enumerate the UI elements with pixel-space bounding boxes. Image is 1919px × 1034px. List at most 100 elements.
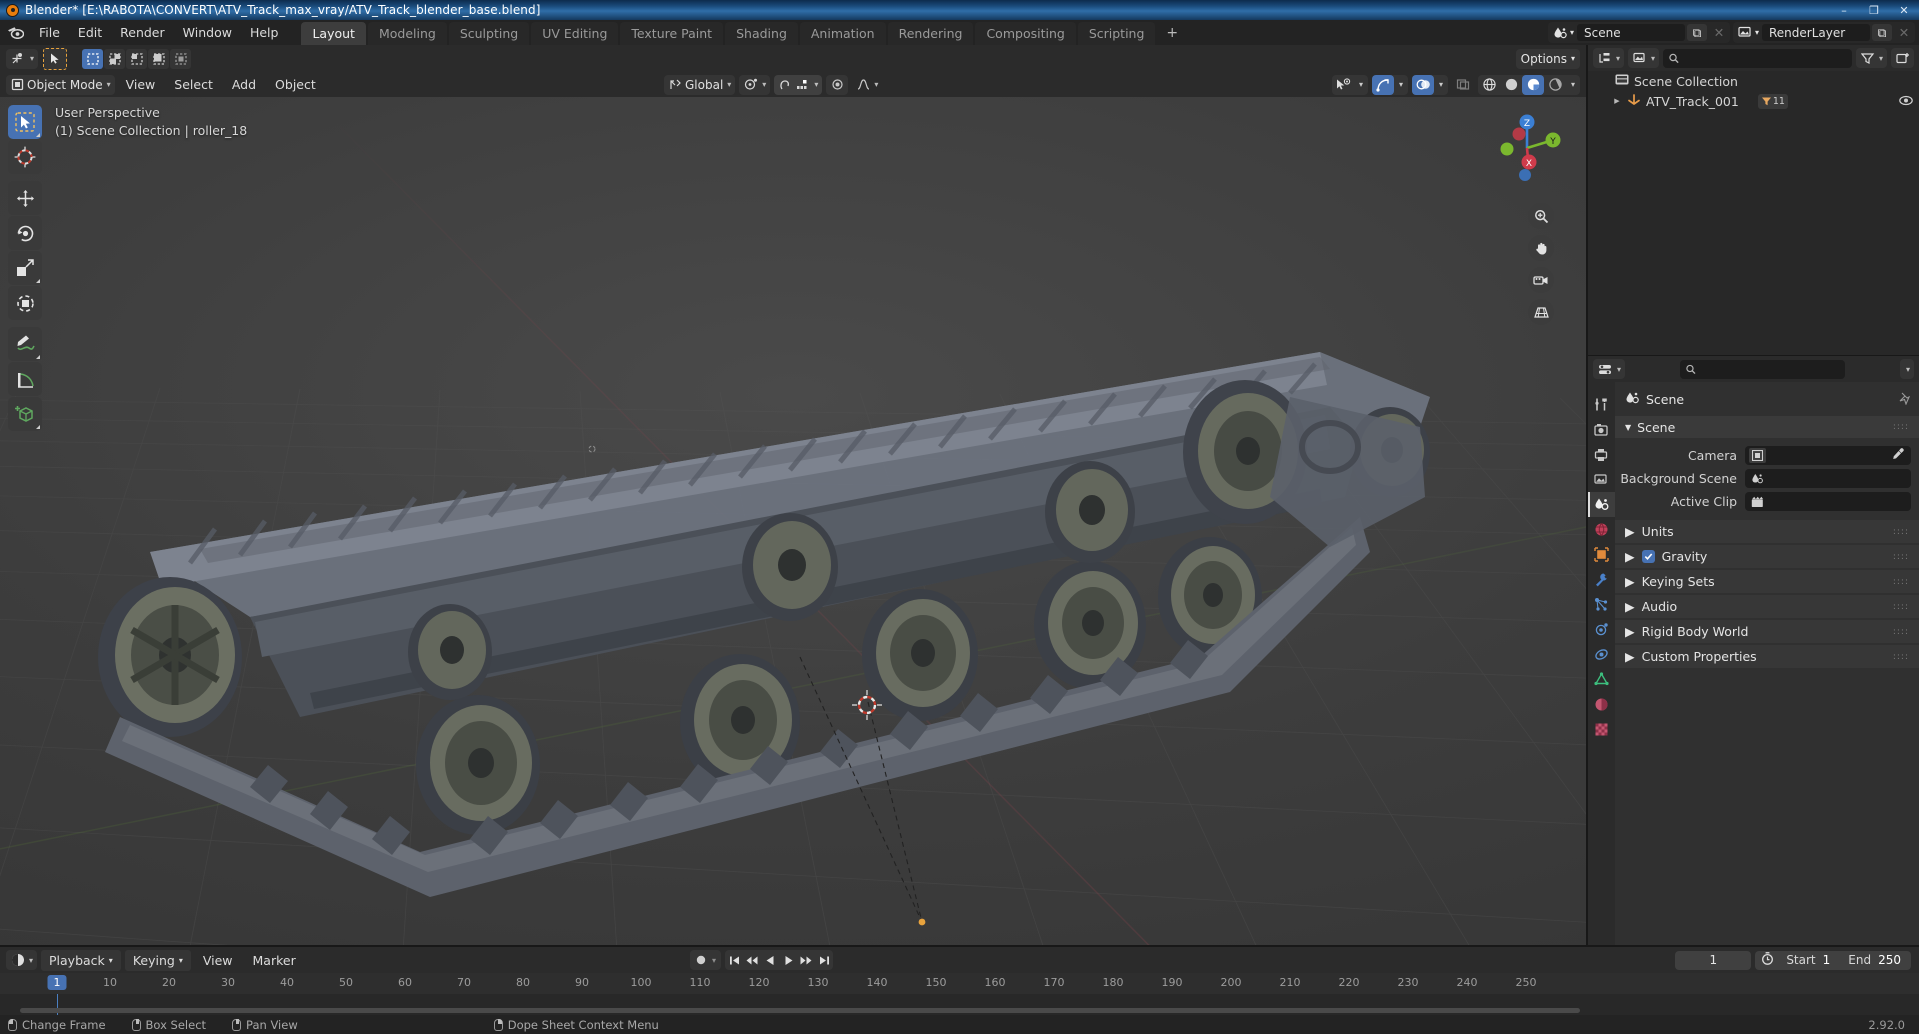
move-tool[interactable] (8, 181, 42, 215)
scene-panel-header[interactable]: ▼ Scene :::: (1615, 416, 1919, 438)
tab-compositing[interactable]: Compositing (975, 21, 1076, 46)
section-keying-sets[interactable]: ▶ Keying Sets :::: (1615, 570, 1919, 593)
overlays-icon[interactable] (1412, 74, 1434, 95)
minimize-button[interactable]: – (1829, 0, 1859, 20)
navigation-gizmo[interactable]: Z Y X (1486, 107, 1568, 189)
end-frame-value[interactable]: 250 (1876, 953, 1911, 967)
visibility-eye-icon[interactable] (1899, 94, 1913, 109)
scene-name-field[interactable]: Scene (1576, 24, 1685, 41)
shading-chevron-icon[interactable]: ▾ (1566, 75, 1580, 95)
close-button[interactable]: ✕ (1889, 0, 1919, 20)
outliner-filter-button[interactable]: ▾ (1855, 48, 1887, 68)
mesh-count-badge[interactable]: 11 (1757, 93, 1788, 109)
next-keyframe-button[interactable] (797, 950, 815, 970)
camera-field[interactable] (1745, 446, 1911, 465)
scale-tool[interactable] (8, 251, 42, 285)
properties-tab-physics[interactable] (1588, 617, 1615, 642)
select-set-button[interactable] (82, 48, 104, 69)
start-frame-value[interactable]: 1 (1821, 953, 1841, 967)
properties-tab-data[interactable] (1588, 667, 1615, 692)
menu-help[interactable]: Help (241, 22, 288, 43)
properties-tab-texture[interactable] (1588, 717, 1615, 742)
annotate-tool[interactable] (8, 327, 42, 361)
timeline-editor-type-selector[interactable]: ▾ (6, 950, 38, 970)
select-subtract-button[interactable] (126, 48, 148, 69)
ortho-persp-icon[interactable] (1528, 299, 1554, 325)
menu-window[interactable]: Window (174, 22, 241, 43)
menu-render[interactable]: Render (111, 22, 174, 43)
outliner-search-box[interactable] (1663, 48, 1852, 68)
active-tool-selector[interactable]: ▾ (6, 48, 39, 69)
properties-tab-render[interactable] (1588, 417, 1615, 442)
tab-animation[interactable]: Animation (799, 21, 886, 46)
shading-rendered-button[interactable] (1544, 75, 1566, 95)
tab-layout[interactable]: Layout (301, 21, 366, 46)
scene-selector[interactable]: ▾ Scene ⧉ ✕ (1547, 22, 1730, 43)
rotate-tool[interactable] (8, 216, 42, 250)
timeline-menu-playback[interactable]: Playback ▾ (41, 949, 121, 971)
select-invert-button[interactable] (148, 48, 170, 69)
options-button[interactable]: Options ▾ (1515, 48, 1580, 69)
current-frame-field[interactable]: 1 (1675, 950, 1752, 970)
section-custom-properties[interactable]: ▶ Custom Properties :::: (1615, 645, 1919, 668)
visibility-chevron-icon[interactable]: ▾ (1354, 75, 1368, 95)
properties-tab-output[interactable] (1588, 442, 1615, 467)
auto-keying-toggle[interactable]: ▾ (690, 950, 722, 970)
maximize-button[interactable]: ❐ (1859, 0, 1889, 20)
play-reverse-button[interactable] (761, 950, 779, 970)
playhead-label[interactable]: 1 (47, 975, 67, 990)
menu-edit[interactable]: Edit (69, 22, 111, 43)
unlink-scene-button[interactable]: ✕ (1709, 24, 1729, 41)
properties-tab-world[interactable] (1588, 517, 1615, 542)
properties-search-box[interactable] (1680, 359, 1845, 379)
outliner-row-scene-collection[interactable]: Scene Collection (1588, 71, 1919, 91)
play-button[interactable] (779, 950, 797, 970)
overlays-toggle-dropdown[interactable]: ▾ (1412, 74, 1448, 95)
menu-file[interactable]: File (30, 22, 69, 43)
new-scene-button[interactable]: ⧉ (1686, 24, 1707, 41)
section-audio[interactable]: ▶ Audio :::: (1615, 595, 1919, 618)
proportional-editing-toggle[interactable] (826, 74, 849, 95)
select-intersect-button[interactable] (170, 48, 192, 69)
timeline-menu-marker[interactable]: Marker (245, 950, 304, 971)
tab-sculpting[interactable]: Sculpting (448, 21, 530, 46)
outliner-new-collection-button[interactable] (1891, 48, 1914, 68)
properties-tab-modifier[interactable] (1588, 567, 1615, 592)
disclosure-triangle-icon[interactable]: ▶ (1612, 96, 1622, 106)
timeline-body[interactable] (0, 994, 1919, 1015)
remove-viewlayer-button[interactable]: ✕ (1894, 24, 1914, 41)
properties-editor-type-selector[interactable]: ▾ (1593, 359, 1626, 379)
previous-keyframe-button[interactable] (743, 950, 761, 970)
properties-tab-scene[interactable] (1588, 492, 1615, 517)
jump-to-start-button[interactable] (725, 950, 743, 970)
timeline-menu-view[interactable]: View (195, 950, 241, 971)
add-workspace-button[interactable]: + (1157, 22, 1187, 44)
background-scene-field[interactable] (1745, 469, 1911, 488)
tab-shading[interactable]: Shading (725, 21, 798, 46)
shading-wireframe-button[interactable] (1478, 75, 1500, 95)
tweak-select-tool[interactable] (8, 105, 42, 139)
outliner-editor-type-selector[interactable]: ▾ (1593, 48, 1625, 68)
object-visibility-dropdown[interactable]: ▾ (1332, 74, 1368, 95)
select-extend-button[interactable] (104, 48, 126, 69)
jump-to-end-button[interactable] (815, 950, 833, 970)
properties-search-input[interactable] (1700, 362, 1839, 376)
proportional-falloff-selector[interactable]: ▾ (852, 75, 882, 95)
section-units[interactable]: ▶ Units :::: (1615, 520, 1919, 543)
tab-rendering[interactable]: Rendering (887, 21, 974, 46)
snapping-toggle[interactable]: ▾ (774, 74, 823, 95)
properties-tab-object[interactable] (1588, 542, 1615, 567)
transform-tool[interactable] (8, 286, 42, 320)
section-rigid-body-world[interactable]: ▶ Rigid Body World :::: (1615, 620, 1919, 643)
new-viewlayer-button[interactable]: ⧉ (1872, 24, 1892, 41)
editor-type-selector[interactable]: Object Mode ▾ (6, 74, 115, 95)
shading-solid-button[interactable] (1500, 75, 1522, 95)
xray-toggle[interactable] (1452, 75, 1474, 95)
viewport-menu-select[interactable]: Select (166, 74, 221, 95)
viewport-menu-object[interactable]: Object (267, 74, 324, 95)
tab-texture-paint[interactable]: Texture Paint (620, 21, 724, 46)
3d-viewport[interactable]: User Perspective (1) Scene Collection | … (0, 97, 1586, 945)
pin-icon[interactable] (1898, 392, 1911, 408)
properties-tab-material[interactable] (1588, 692, 1615, 717)
properties-tab-tool[interactable] (1588, 392, 1615, 417)
